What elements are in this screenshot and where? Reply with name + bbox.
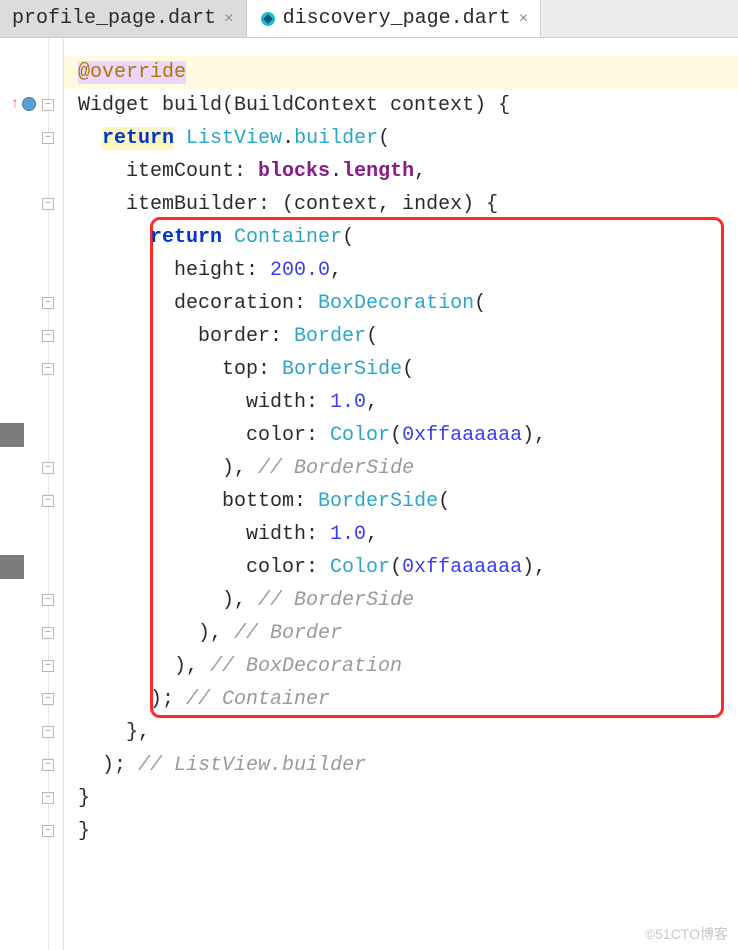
- code-line[interactable]: }: [78, 815, 738, 848]
- tab-profile-page[interactable]: profile_page.dart ×: [0, 0, 247, 37]
- fold-handle-icon[interactable]: –: [42, 297, 54, 309]
- fold-handle-icon[interactable]: –: [42, 825, 54, 837]
- code-line[interactable]: @override: [78, 56, 738, 89]
- dart-file-icon: [259, 10, 277, 28]
- fold-handle-icon[interactable]: –: [42, 759, 54, 771]
- fold-handle-icon[interactable]: –: [42, 495, 54, 507]
- close-icon[interactable]: ×: [517, 10, 531, 28]
- tab-bar: profile_page.dart × discovery_page.dart …: [0, 0, 738, 38]
- code-line[interactable]: ), // BoxDecoration: [78, 650, 738, 683]
- watermark: ©51CTO博客: [645, 924, 728, 944]
- gutter: ↑ – – – – – – – – – – – – – – – –: [0, 38, 64, 950]
- fold-handle-icon[interactable]: –: [42, 627, 54, 639]
- editor: ↑ – – – – – – – – – – – – – – – – @overrideWidget build(…: [0, 38, 738, 950]
- fold-handle-icon[interactable]: –: [42, 462, 54, 474]
- code-line[interactable]: border: Border(: [78, 320, 738, 353]
- tab-spacer: [541, 0, 738, 37]
- override-marker-icon[interactable]: [22, 97, 36, 111]
- fold-handle-icon[interactable]: –: [42, 660, 54, 672]
- code-line[interactable]: ); // Container: [78, 683, 738, 716]
- fold-handle-icon[interactable]: –: [42, 330, 54, 342]
- code-line[interactable]: color: Color(0xffaaaaaa),: [78, 419, 738, 452]
- fold-guide-line: [48, 38, 49, 950]
- code-line[interactable]: ), // Border: [78, 617, 738, 650]
- code-line[interactable]: return Container(: [78, 221, 738, 254]
- fold-handle-icon[interactable]: –: [42, 693, 54, 705]
- fold-handle-icon[interactable]: –: [42, 198, 54, 210]
- bookmark-marker[interactable]: [0, 555, 24, 579]
- tab-label: discovery_page.dart: [283, 7, 511, 30]
- fold-handle-icon[interactable]: –: [42, 726, 54, 738]
- code-line[interactable]: bottom: BorderSide(: [78, 485, 738, 518]
- fold-handle-icon[interactable]: –: [42, 792, 54, 804]
- code-line[interactable]: decoration: BoxDecoration(: [78, 287, 738, 320]
- tab-label: profile_page.dart: [12, 7, 216, 30]
- code-line[interactable]: ), // BorderSide: [78, 584, 738, 617]
- code-line[interactable]: }: [78, 782, 738, 815]
- gutter-arrow-icon[interactable]: ↑: [8, 97, 22, 111]
- code-line[interactable]: ), // BorderSide: [78, 452, 738, 485]
- code-line[interactable]: color: Color(0xffaaaaaa),: [78, 551, 738, 584]
- fold-handle-icon[interactable]: –: [42, 363, 54, 375]
- code-line[interactable]: ); // ListView.builder: [78, 749, 738, 782]
- code-line[interactable]: return ListView.builder(: [78, 122, 738, 155]
- code-line[interactable]: },: [78, 716, 738, 749]
- code-line[interactable]: Widget build(BuildContext context) {: [78, 89, 738, 122]
- code-line[interactable]: top: BorderSide(: [78, 353, 738, 386]
- tab-discovery-page[interactable]: discovery_page.dart ×: [247, 0, 542, 37]
- fold-handle-icon[interactable]: –: [42, 594, 54, 606]
- code-line[interactable]: itemBuilder: (context, index) {: [78, 188, 738, 221]
- fold-handle-icon[interactable]: –: [42, 99, 54, 111]
- code-line[interactable]: height: 200.0,: [78, 254, 738, 287]
- close-icon[interactable]: ×: [222, 10, 236, 28]
- fold-handle-icon[interactable]: –: [42, 132, 54, 144]
- code-line[interactable]: width: 1.0,: [78, 518, 738, 551]
- code-line[interactable]: width: 1.0,: [78, 386, 738, 419]
- bookmark-marker[interactable]: [0, 423, 24, 447]
- code-line[interactable]: itemCount: blocks.length,: [78, 155, 738, 188]
- code-area[interactable]: @overrideWidget build(BuildContext conte…: [64, 38, 738, 950]
